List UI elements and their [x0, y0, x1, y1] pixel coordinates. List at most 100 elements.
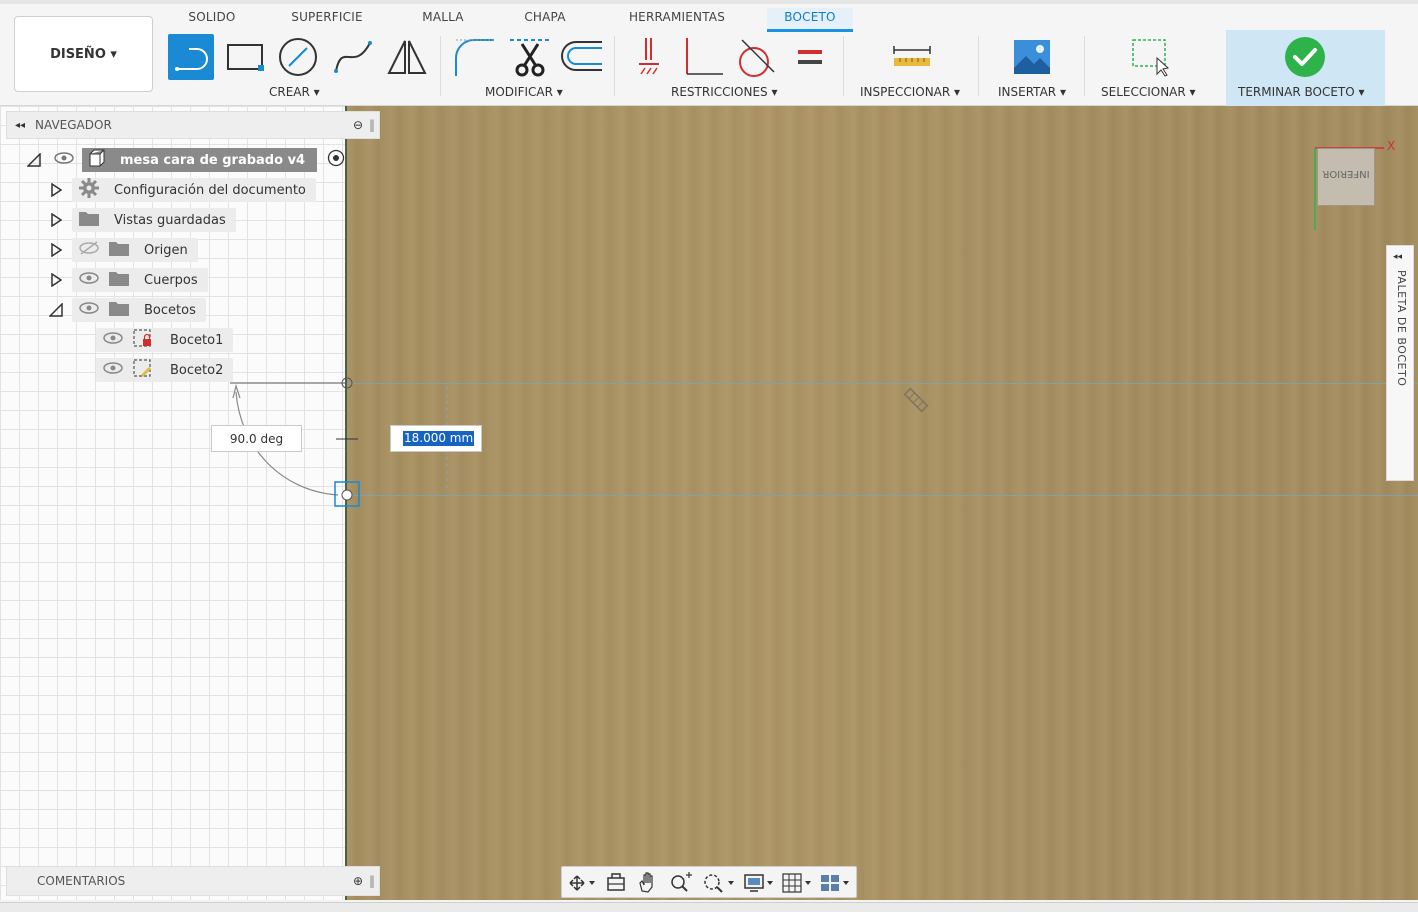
sketch-locked-icon	[132, 328, 154, 352]
workspace-label: DISEÑO ▾	[50, 46, 117, 62]
line-tool-button[interactable]	[168, 34, 214, 80]
equal-constraint-button[interactable]	[787, 34, 833, 80]
activate-radio-icon[interactable]	[327, 149, 345, 171]
fillet-tool-button[interactable]	[450, 34, 496, 80]
look-at-icon[interactable]	[607, 873, 625, 891]
sketch-palette-title: PALETA DE BOCETO	[1395, 270, 1408, 387]
coincident-constraint-icon	[639, 38, 659, 75]
offset-icon	[561, 41, 602, 71]
fit-zoom-icon[interactable]	[704, 874, 734, 893]
rectangle-tool-button[interactable]	[222, 34, 268, 80]
folder-icon	[108, 239, 130, 261]
offset-tool-button[interactable]	[558, 34, 604, 80]
navigator-header[interactable]: ◂◂ NAVEGADOR ⊖ ‖	[6, 111, 380, 139]
folder-icon	[108, 269, 130, 291]
measure-tool-button[interactable]	[889, 34, 935, 80]
orbit-icon[interactable]	[569, 875, 595, 891]
display-settings-icon[interactable]	[744, 874, 773, 892]
tab-herramientas[interactable]: HERRAMIENTAS	[618, 8, 736, 32]
triangle-collapsed-icon[interactable]	[48, 212, 64, 228]
plus-circle-icon[interactable]: ⊕	[353, 874, 363, 888]
trim-tool-button[interactable]	[507, 34, 553, 80]
pin-handle-icon[interactable]: ‖	[369, 118, 375, 132]
mirror-tool-button[interactable]	[383, 34, 429, 80]
minus-circle-icon[interactable]: ⊖	[353, 118, 363, 132]
fillet-icon	[455, 39, 494, 76]
insert-image-button[interactable]	[1009, 34, 1055, 80]
inspect-group-label[interactable]: INSPECCIONAR ▾	[860, 85, 960, 99]
browser-item-label: Origen	[144, 242, 188, 258]
collapse-icon[interactable]: ◂◂	[15, 120, 25, 131]
perpendicular-constraint-button[interactable]	[680, 34, 726, 80]
gear-icon	[78, 177, 100, 203]
tab-chapa[interactable]: CHAPA	[514, 8, 576, 32]
pin-handle-icon[interactable]: ‖	[369, 874, 375, 888]
finish-sketch-button[interactable]	[1282, 34, 1328, 80]
spline-tool-button[interactable]	[330, 34, 376, 80]
create-group-label[interactable]: CREAR ▾	[269, 85, 320, 99]
browser-item-sketches[interactable]: Bocetos	[48, 298, 206, 322]
workspace-design-button[interactable]: DISEÑO ▾	[14, 16, 153, 92]
eye-hidden-icon[interactable]	[78, 240, 100, 260]
browser-item-origin[interactable]: Origen	[48, 238, 198, 262]
tangent-constraint-button[interactable]	[733, 34, 779, 80]
eye-icon[interactable]	[102, 331, 124, 349]
constraints-group-label[interactable]: RESTRICCIONES ▾	[671, 85, 778, 99]
eye-icon[interactable]	[102, 361, 124, 379]
browser-item-label: Bocetos	[144, 302, 196, 318]
browser-item-sketch1[interactable]: Boceto1	[96, 328, 234, 352]
eye-icon[interactable]	[78, 301, 100, 319]
browser-item-label: Cuerpos	[144, 272, 198, 288]
pan-hand-icon[interactable]	[639, 872, 653, 893]
triangle-collapsed-icon[interactable]	[48, 242, 64, 258]
tab-superficie[interactable]: SUPERFICIE	[282, 8, 372, 32]
root-component-pill[interactable]: mesa cara de grabado v4	[82, 148, 318, 172]
browser-item-document-settings[interactable]: Configuración del documento	[48, 178, 316, 202]
separator	[978, 36, 979, 96]
browser-item-label: Vistas guardadas	[114, 212, 226, 228]
navigation-bar	[561, 866, 857, 898]
comments-panel-header[interactable]: COMENTARIOS ⊕ ‖	[6, 866, 380, 896]
length-dimension-input[interactable]: 18.000 mm	[390, 425, 482, 452]
image-icon	[1014, 40, 1050, 74]
browser-item-bodies[interactable]: Cuerpos	[48, 268, 208, 292]
viewports-icon[interactable]	[821, 875, 849, 891]
browser-item-label: Configuración del documento	[114, 182, 306, 198]
circle-icon	[279, 38, 317, 76]
title-strip	[0, 0, 1418, 4]
sketch-point-bottom[interactable]	[341, 489, 353, 501]
browser-item-sketch2[interactable]: Boceto2	[96, 358, 234, 382]
select-group-label[interactable]: SELECCIONAR ▾	[1101, 85, 1196, 99]
circle-tool-button[interactable]	[275, 34, 321, 80]
zoom-icon[interactable]	[671, 872, 692, 892]
finish-sketch-label[interactable]: TERMINAR BOCETO ▾	[1238, 85, 1365, 99]
expand-icon[interactable]: ◂◂	[1393, 252, 1402, 262]
component-icon	[86, 148, 106, 172]
eye-icon[interactable]	[78, 271, 100, 289]
sketch-constraint-glyph	[903, 387, 929, 413]
browser-root-row[interactable]: mesa cara de grabado v4	[26, 148, 345, 172]
scissors-icon	[510, 39, 550, 77]
eye-icon[interactable]	[54, 151, 74, 169]
tab-malla[interactable]: MALLA	[412, 8, 474, 32]
browser-item-saved-views[interactable]: Vistas guardadas	[48, 208, 236, 232]
tab-solido[interactable]: SOLIDO	[178, 8, 246, 32]
folder-icon	[108, 299, 130, 321]
triangle-expanded-icon[interactable]	[26, 152, 42, 168]
modify-group-label[interactable]: MODIFICAR ▾	[485, 85, 563, 99]
perpendicular-icon	[686, 38, 723, 75]
horizontal-vertical-constraint-button[interactable]	[626, 34, 672, 80]
triangle-collapsed-icon[interactable]	[48, 182, 64, 198]
triangle-collapsed-icon[interactable]	[48, 272, 64, 288]
tab-boceto[interactable]: BOCETO	[767, 8, 853, 32]
triangle-expanded-icon[interactable]	[48, 302, 64, 318]
angle-dimension-input[interactable]: 90.0 deg	[211, 425, 302, 452]
select-window-icon	[1132, 39, 1170, 77]
browser-item-label: Boceto2	[170, 362, 224, 378]
grid-settings-icon[interactable]	[782, 873, 811, 893]
navigator-title: NAVEGADOR	[35, 118, 112, 132]
mirror-icon	[387, 40, 427, 74]
sketch-edit-icon	[132, 358, 154, 382]
insert-group-label[interactable]: INSERTAR ▾	[998, 85, 1066, 99]
select-tool-button[interactable]	[1126, 34, 1172, 80]
